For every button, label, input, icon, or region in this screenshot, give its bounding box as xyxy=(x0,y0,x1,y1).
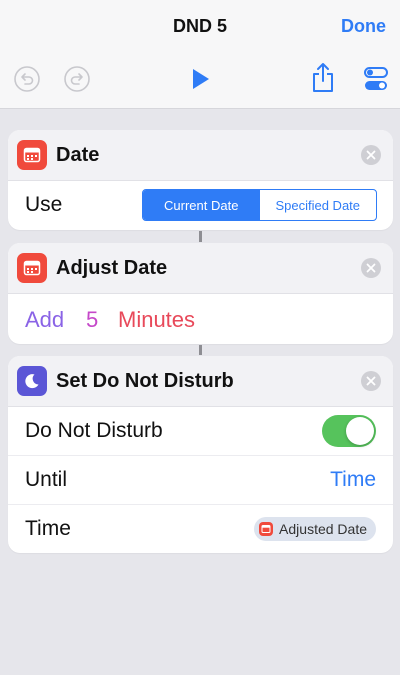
unit-parameter[interactable]: Minutes xyxy=(118,307,195,333)
use-label: Use xyxy=(25,193,63,216)
time-label: Time xyxy=(25,517,71,540)
remove-date-action-button[interactable] xyxy=(361,145,381,165)
redo-icon xyxy=(64,66,90,92)
navigation-header: DND 5 Done xyxy=(0,0,400,109)
share-icon xyxy=(313,63,333,92)
action-connector xyxy=(199,231,202,242)
dnd-toggle-row: Do Not Disturb xyxy=(8,407,393,456)
set-dnd-action-title: Set Do Not Disturb xyxy=(56,370,234,392)
until-value[interactable]: Time xyxy=(330,468,376,492)
date-action-card: Date Use Current Date Specified Date xyxy=(8,130,393,230)
operation-parameter[interactable]: Add xyxy=(25,307,64,333)
adjusted-date-variable-pill[interactable]: Adjusted Date xyxy=(254,517,376,541)
play-icon xyxy=(193,69,209,89)
calendar-icon xyxy=(259,522,274,536)
date-action-title: Date xyxy=(56,144,100,166)
date-source-segmented-control: Current Date Specified Date xyxy=(142,189,377,221)
toggle-knob xyxy=(346,417,374,445)
moon-icon xyxy=(17,366,47,396)
close-icon xyxy=(366,150,376,160)
undo-button[interactable] xyxy=(12,64,42,94)
share-button[interactable] xyxy=(308,62,338,92)
calendar-icon xyxy=(17,253,47,283)
undo-icon xyxy=(14,66,40,92)
settings-toggle-icon xyxy=(364,67,388,90)
remove-set-dnd-action-button[interactable] xyxy=(361,371,381,391)
adjust-date-parameters: Add 5 Minutes xyxy=(8,294,393,344)
dnd-toggle[interactable] xyxy=(322,415,376,447)
redo-button[interactable] xyxy=(62,64,92,94)
adjust-date-action-title: Adjust Date xyxy=(56,257,168,279)
date-action-header: Date xyxy=(8,130,393,181)
settings-button[interactable] xyxy=(361,64,391,94)
shortcut-title: DND 5 xyxy=(172,16,227,36)
until-label: Until xyxy=(25,468,68,491)
calendar-icon xyxy=(17,140,47,170)
time-row: Time Adjusted Date xyxy=(8,505,393,553)
segment-specified-date[interactable]: Specified Date xyxy=(260,190,377,220)
remove-adjust-date-action-button[interactable] xyxy=(361,258,381,278)
done-button[interactable]: Done xyxy=(341,16,386,37)
variable-label: Adjusted Date xyxy=(279,521,367,537)
dnd-label: Do Not Disturb xyxy=(25,419,163,442)
amount-parameter[interactable]: 5 xyxy=(86,307,98,333)
until-row: Until Time xyxy=(8,456,393,505)
close-icon xyxy=(366,376,376,386)
set-dnd-action-header: Set Do Not Disturb xyxy=(8,356,393,407)
date-use-row: Use Current Date Specified Date xyxy=(8,181,393,229)
run-button[interactable] xyxy=(185,64,215,94)
adjust-date-action-header: Adjust Date xyxy=(8,243,393,294)
adjust-date-action-card: Adjust Date Add 5 Minutes xyxy=(8,243,393,344)
segment-current-date[interactable]: Current Date xyxy=(143,190,260,220)
set-dnd-action-card: Set Do Not Disturb Do Not Disturb Until … xyxy=(8,356,393,553)
close-icon xyxy=(366,263,376,273)
action-connector xyxy=(199,345,202,355)
